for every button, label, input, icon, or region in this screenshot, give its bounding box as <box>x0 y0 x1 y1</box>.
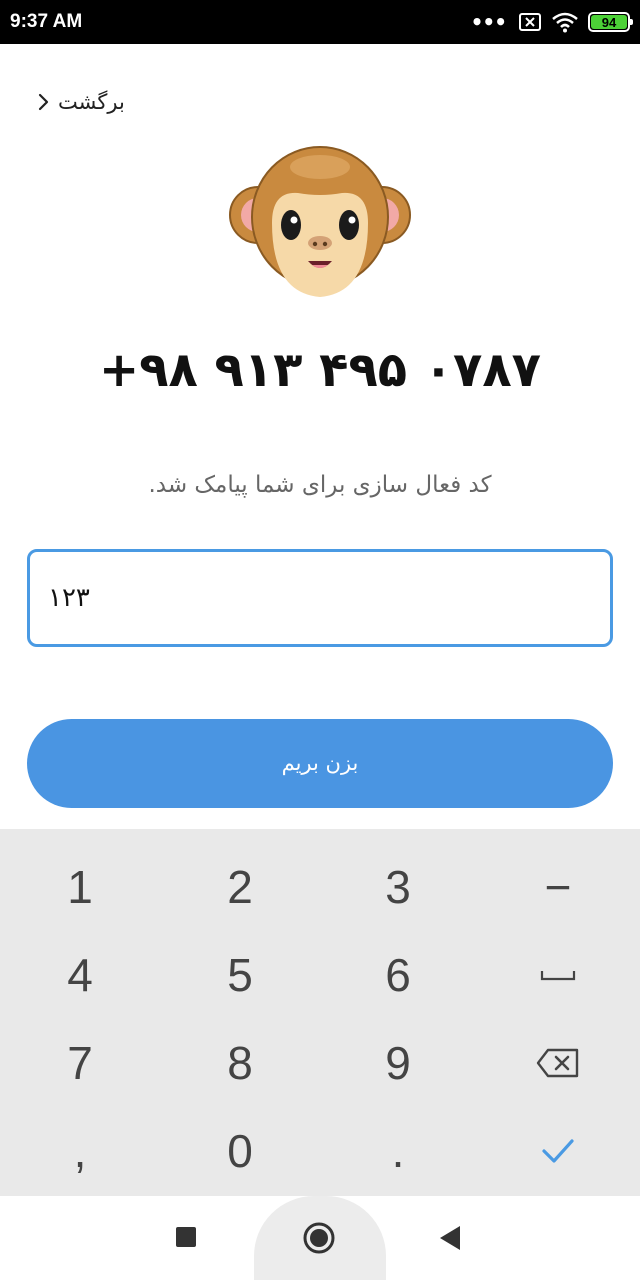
back-label: برگشت <box>58 90 125 114</box>
key-7[interactable]: 7 <box>0 1019 160 1107</box>
key-done[interactable] <box>478 1107 638 1195</box>
recents-square-icon[interactable] <box>175 1226 197 1248</box>
check-icon <box>542 1139 574 1163</box>
battery-icon: 94 <box>588 12 633 32</box>
wifi-icon <box>552 12 578 33</box>
more-dots-icon: ••• <box>470 10 507 34</box>
status-bar: 9:37 AM ••• 94 <box>0 0 640 44</box>
battery-level: 94 <box>591 15 627 30</box>
space-icon <box>540 971 576 981</box>
back-button[interactable]: برگشت <box>36 86 125 118</box>
key-comma[interactable]: , <box>0 1107 160 1195</box>
key-2[interactable]: 2 <box>160 843 320 931</box>
sms-hint-text: کد فعال سازی برای شما پیامک شد. <box>148 472 492 498</box>
back-triangle-icon[interactable] <box>438 1225 462 1251</box>
submit-button[interactable]: بزن بریم <box>27 719 613 808</box>
key-5[interactable]: 5 <box>160 931 320 1019</box>
status-icons: ••• 94 <box>470 9 633 35</box>
key-minus[interactable]: − <box>478 843 638 931</box>
x-box-icon <box>519 13 541 31</box>
phone-number: +۹۸ ۹۱۳ ۴۹۵ ۰۷۸۷ <box>99 342 541 398</box>
key-4[interactable]: 4 <box>0 931 160 1019</box>
key-space[interactable] <box>478 931 638 1019</box>
key-8[interactable]: 8 <box>160 1019 320 1107</box>
key-1[interactable]: 1 <box>0 843 160 931</box>
navigation-bar <box>0 1196 640 1280</box>
key-backspace[interactable] <box>478 1019 638 1107</box>
status-time: 9:37 AM <box>10 11 83 32</box>
activation-screen: 9:37 AM ••• 94 برگشت +۹۸ ۹۱۳ ۴۹۵ ۰۷۸۷ کد… <box>0 0 640 1280</box>
monkey-face-icon <box>229 146 411 297</box>
key-6[interactable]: 6 <box>318 931 478 1019</box>
key-3[interactable]: 3 <box>318 843 478 931</box>
key-9[interactable]: 9 <box>318 1019 478 1107</box>
backspace-icon <box>536 1048 579 1078</box>
key-0[interactable]: 0 <box>160 1107 320 1195</box>
numeric-keyboard: 1 2 3 − 4 5 6 7 8 9 , 0 . <box>0 829 640 1196</box>
key-dot[interactable]: . <box>318 1107 478 1195</box>
activation-code-input[interactable]: ۱۲۳ <box>27 549 613 647</box>
home-circle-icon[interactable] <box>303 1222 335 1254</box>
chevron-right-icon <box>38 93 49 111</box>
